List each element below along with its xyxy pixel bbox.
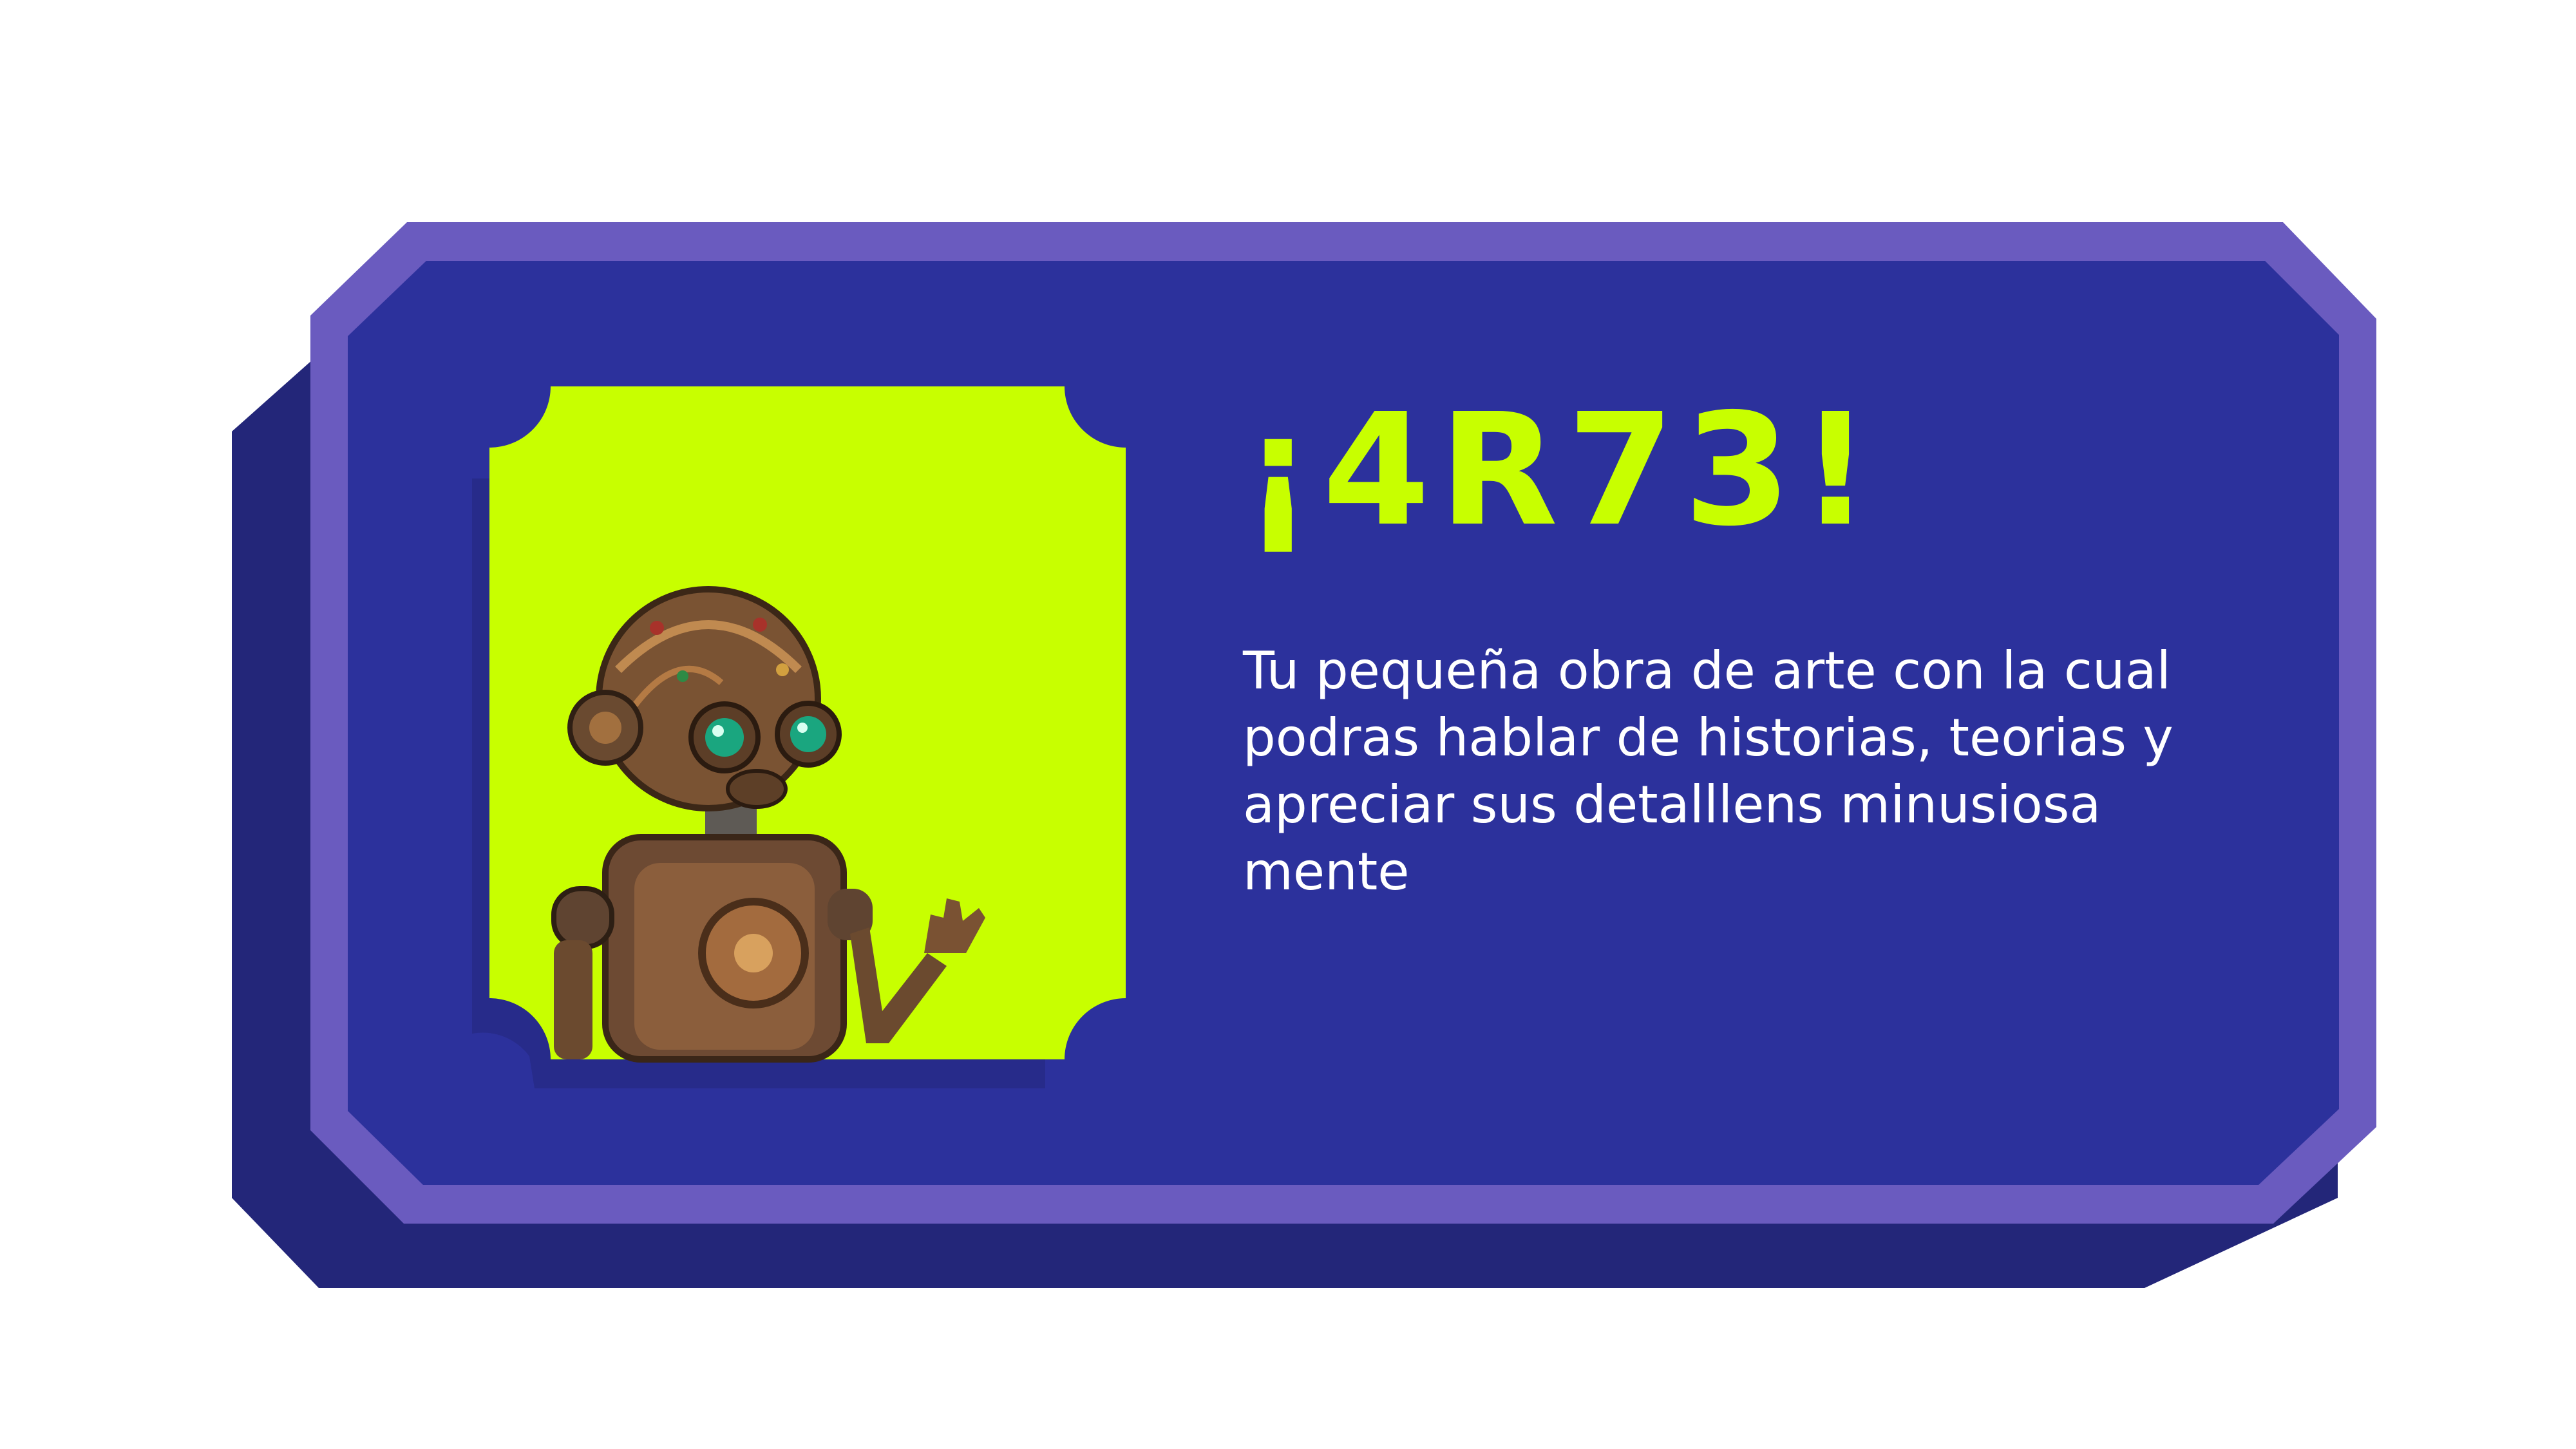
robot-right-eye bbox=[790, 716, 826, 752]
robot-stud-4 bbox=[776, 663, 789, 676]
robot-left-eye-glint bbox=[712, 725, 724, 737]
card-description: Tu pequeña obra de arte con la cual podr… bbox=[1243, 641, 2174, 902]
robot-stud-1 bbox=[650, 621, 664, 635]
robot-left-shoulder bbox=[551, 886, 614, 949]
robot-stud-3 bbox=[677, 670, 688, 682]
robot-chest-core bbox=[734, 934, 773, 972]
card-title: ¡4R73! bbox=[1243, 380, 1880, 560]
robot-left-eye bbox=[705, 718, 744, 757]
slide: ¡4R73! Tu pequeña obra de arte con la cu… bbox=[0, 0, 2576, 1449]
robot-left-arm bbox=[554, 940, 592, 1059]
robot-ear-inner bbox=[589, 712, 621, 744]
robot-stud-2 bbox=[753, 618, 767, 632]
robot-mouth bbox=[726, 769, 788, 809]
robot-right-eye-glint bbox=[797, 723, 808, 733]
